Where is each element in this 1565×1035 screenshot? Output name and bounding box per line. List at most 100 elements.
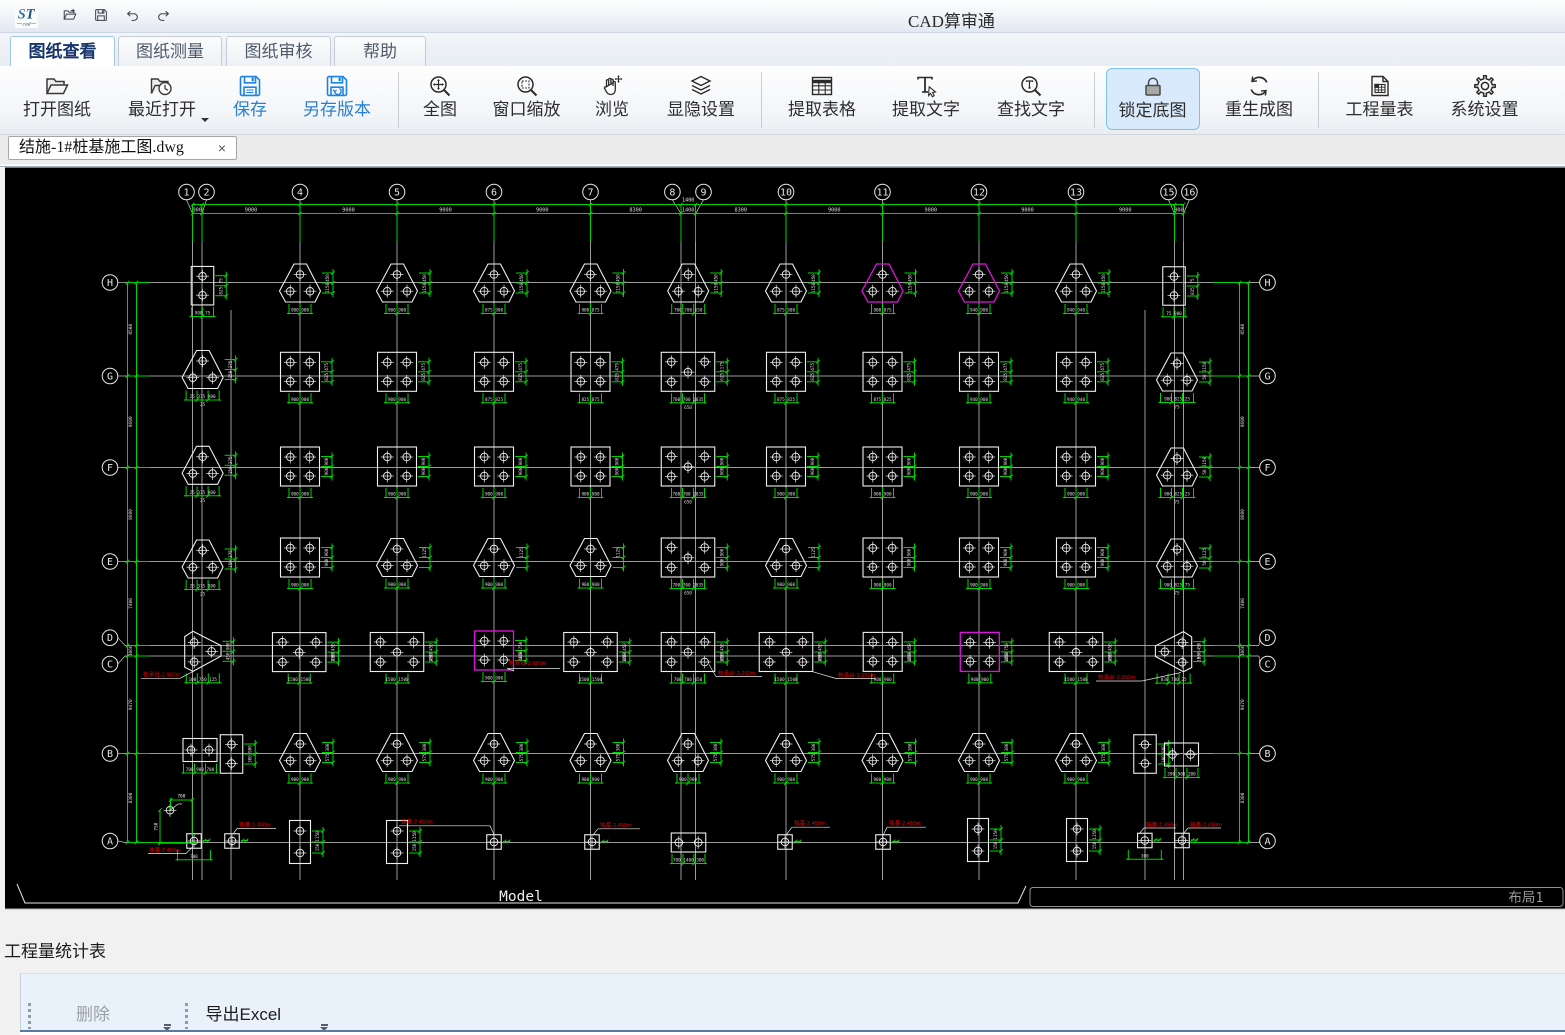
svg-text:700 700 650: 700 700 650 — [674, 677, 703, 683]
svg-text:900: 900 — [1003, 467, 1009, 475]
svg-text:375: 375 — [228, 360, 234, 368]
svg-text:900 900: 900 900 — [291, 583, 310, 589]
svg-text:13: 13 — [1070, 187, 1082, 198]
svg-text:8300: 8300 — [629, 207, 642, 213]
svg-text:575: 575 — [519, 753, 525, 761]
svg-text:9000: 9000 — [828, 207, 841, 213]
svg-text:650: 650 — [684, 591, 692, 597]
svg-text:700 700 650: 700 700 650 — [674, 308, 703, 314]
dropdown-caret-icon[interactable] — [201, 118, 209, 126]
toolbar-button-9[interactable]: 提取表格 — [783, 68, 861, 132]
tab-4[interactable]: 帮助 — [334, 36, 426, 66]
svg-text:C: C — [107, 659, 113, 670]
svg-text:450: 450 — [331, 653, 337, 661]
svg-text:900 900: 900 900 — [581, 582, 600, 588]
svg-text:700 700 2035: 700 700 2035 — [672, 492, 703, 498]
svg-text:575: 575 — [325, 753, 331, 761]
panel-button-2[interactable]: 导出Excel — [206, 1000, 282, 1025]
svg-text:独基-2.450m: 独基-2.450m — [401, 818, 433, 826]
svg-text:1125: 1125 — [422, 547, 428, 558]
close-document-icon[interactable]: × — [214, 140, 230, 156]
svg-text:900 900: 900 900 — [970, 583, 989, 589]
model-tab[interactable]: Model — [499, 889, 543, 905]
svg-text:150: 150 — [228, 560, 234, 568]
layout-tab[interactable]: 布局1 — [1508, 890, 1543, 906]
toolbar-button-5[interactable]: 全图 — [417, 68, 463, 132]
svg-text:1125: 1125 — [811, 547, 817, 558]
svg-text:900 900: 900 900 — [777, 777, 796, 783]
toolbar-button-13[interactable]: 重生成图 — [1220, 68, 1298, 132]
svg-text:900: 900 — [324, 548, 330, 556]
svg-text:900: 900 — [810, 457, 816, 465]
settings-icon — [1472, 73, 1498, 99]
svg-text:380: 380 — [1101, 743, 1107, 751]
svg-text:825: 825 — [1003, 373, 1009, 381]
svg-text:900 900: 900 900 — [1067, 492, 1086, 498]
icon-graphic — [809, 73, 835, 99]
tab-2[interactable]: 图纸测量 — [118, 36, 222, 66]
svg-text:475: 475 — [518, 363, 524, 371]
svg-text:475: 475 — [615, 363, 621, 371]
svg-text:900 900: 900 900 — [777, 582, 796, 588]
svg-text:825: 825 — [1190, 287, 1196, 295]
svg-text:940 940: 940 940 — [1067, 397, 1086, 403]
svg-text:独基-2.450m: 独基-2.450m — [889, 819, 921, 827]
svg-text:B: B — [107, 749, 113, 760]
svg-text:475: 475 — [421, 363, 427, 371]
svg-text:900: 900 — [518, 467, 524, 475]
svg-text:450: 450 — [428, 643, 434, 651]
toolbar-drag-handle[interactable] — [185, 1003, 188, 1029]
toolbar-button-2[interactable]: 最近打开 — [119, 68, 205, 132]
svg-text:825: 825 — [421, 373, 427, 381]
svg-text:450: 450 — [422, 274, 428, 282]
svg-text:450: 450 — [622, 643, 628, 651]
toolbar-button-7[interactable]: 浏览 — [589, 68, 635, 132]
svg-text:575: 575 — [811, 753, 817, 761]
svg-text:450: 450 — [325, 274, 331, 282]
toolbar-button-6[interactable]: 窗口缩放 — [488, 68, 566, 132]
svg-text:380: 380 — [713, 743, 719, 751]
svg-text:1500 1500: 1500 1500 — [288, 677, 312, 683]
toolbar-button-15[interactable]: 系统设置 — [1446, 68, 1524, 132]
svg-text:A: A — [107, 836, 113, 847]
toolbar-button-10[interactable]: 提取文字 — [887, 68, 965, 132]
redo-icon[interactable] — [157, 8, 171, 22]
toolbar-button-8[interactable]: 显隐设置 — [662, 68, 740, 132]
toolbar-button-11[interactable]: 查找文字 — [992, 68, 1070, 132]
svg-text:900: 900 — [247, 745, 253, 753]
cad-drawing-canvas[interactable]: 9009000900090009000830014008300900090009… — [0, 164, 1565, 911]
svg-text:E: E — [1264, 557, 1270, 568]
svg-text:900 900: 900 900 — [388, 397, 407, 403]
svg-text:450: 450 — [907, 643, 913, 651]
toolbar-button-4[interactable]: 另存版本 — [298, 68, 376, 132]
svg-text:9000: 9000 — [245, 207, 258, 213]
save-icon[interactable] — [94, 8, 108, 22]
svg-text:9000: 9000 — [342, 207, 355, 213]
svg-text:桩承台-2.950m: 桩承台-2.950m — [838, 671, 876, 679]
svg-text:450: 450 — [1107, 643, 1113, 651]
toolbar-button-1[interactable]: 打开图纸 — [18, 68, 96, 132]
svg-text:900 900: 900 900 — [388, 308, 407, 314]
svg-text:475: 475 — [324, 363, 330, 371]
tab-1[interactable]: 图纸查看 — [10, 36, 115, 66]
svg-text:900: 900 — [1003, 457, 1009, 465]
toolbar-drag-handle[interactable] — [28, 1003, 31, 1029]
toolbar-button-3[interactable]: 保存 — [227, 68, 273, 132]
svg-text:450: 450 — [622, 653, 628, 661]
tab-3[interactable]: 图纸审核 — [226, 36, 331, 66]
svg-text:900 900: 900 900 — [971, 677, 990, 683]
undo-icon[interactable] — [125, 8, 139, 22]
panel-button-1[interactable]: 删除 — [76, 1000, 110, 1025]
toolbar-button-14[interactable]: 工程量表 — [1341, 68, 1419, 132]
toolbar-button-12[interactable]: 锁定底图 — [1106, 68, 1200, 130]
icon-graphic — [1472, 73, 1498, 99]
recent-open-icon — [149, 73, 175, 99]
svg-text:940 940: 940 940 — [1067, 308, 1086, 314]
svg-text:450: 450 — [1101, 274, 1107, 282]
zoom-extents-icon — [427, 73, 453, 99]
open-file-icon[interactable] — [63, 8, 77, 22]
document-tab[interactable]: 结施-1#桩基施工图.dwg × — [8, 136, 237, 160]
icon-graphic — [427, 73, 453, 99]
ribbon-toolbar: 打开图纸最近打开保存另存版本全图窗口缩放浏览显隐设置提取表格提取文字查找文字锁定… — [0, 66, 1565, 135]
svg-text:25 375 900: 25 375 900 — [190, 394, 216, 400]
